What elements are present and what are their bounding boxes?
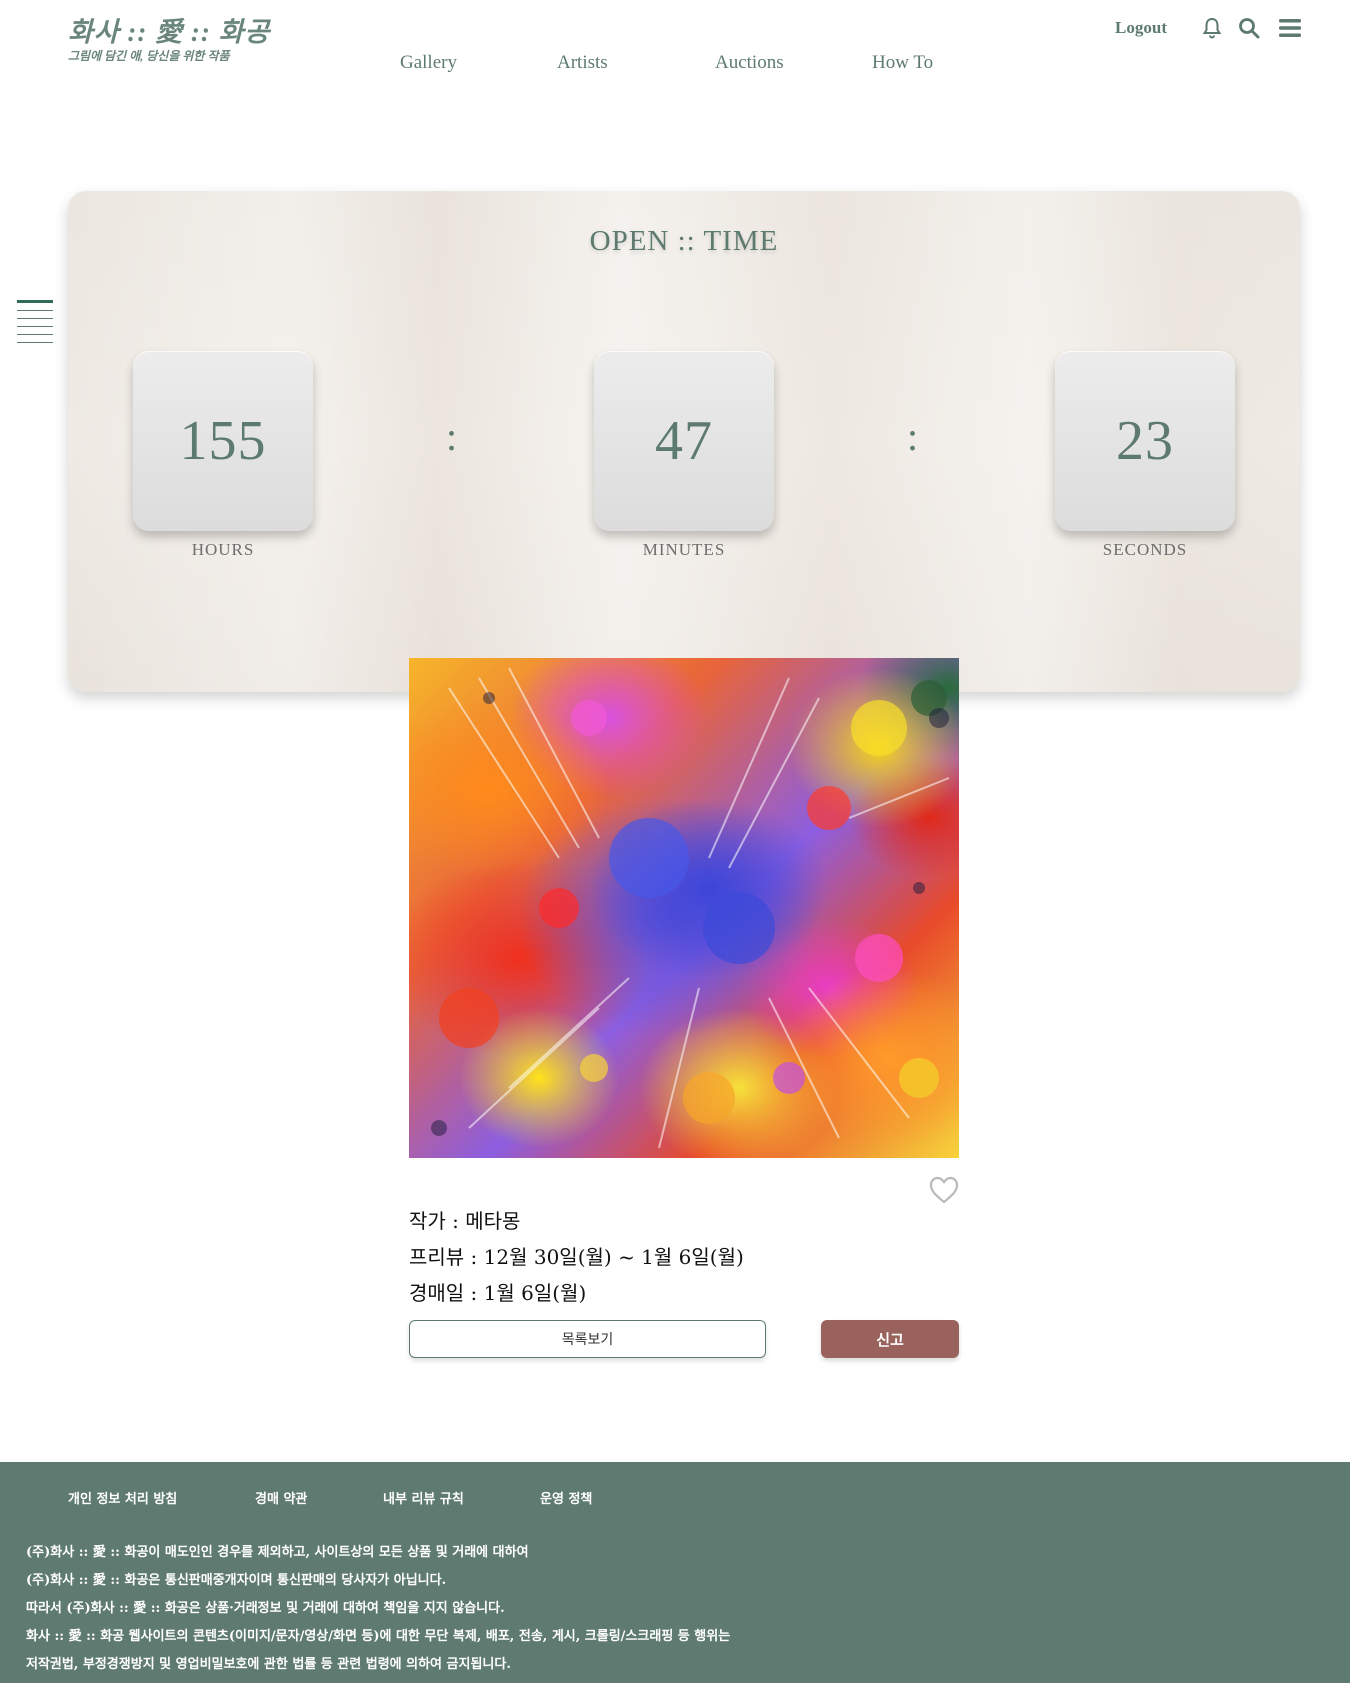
footer-link-auction-terms[interactable]: 경매 약관 — [255, 1488, 307, 1507]
bell-icon[interactable] — [1200, 16, 1224, 40]
nav-how-to[interactable]: How To — [872, 52, 933, 74]
footer-link-review-rules[interactable]: 내부 리뷰 규칙 — [383, 1488, 464, 1507]
footer-disclaimer: (주)화사 :: 愛 :: 화공이 매도인인 경우를 제외하고, 사이트상의 모… — [26, 1539, 730, 1679]
hours-label: HOURS — [191, 540, 255, 559]
like-heart-icon[interactable] — [928, 1175, 960, 1205]
indicator-bar[interactable] — [17, 318, 53, 319]
logout-link[interactable]: Logout — [1115, 18, 1167, 38]
footer-link-privacy[interactable]: 개인 정보 처리 방침 — [68, 1488, 177, 1507]
nav-artists[interactable]: Artists — [557, 52, 608, 74]
indicator-bar[interactable] — [17, 310, 53, 311]
logo-title: 화사 :: 愛 :: 화공 — [68, 17, 271, 47]
time-separator: : — [446, 414, 458, 459]
timer-title: OPEN :: TIME — [589, 225, 779, 257]
preview-line: 프리뷰 : 12월 30일(월) ~ 1월 6일(월) — [409, 1245, 744, 1269]
artwork-texture — [431, 667, 950, 1149]
indicator-bar[interactable] — [17, 326, 53, 327]
indicator-bar[interactable] — [17, 342, 53, 343]
artwork-image[interactable] — [409, 658, 959, 1158]
search-icon[interactable] — [1237, 16, 1261, 40]
list-view-button[interactable]: 목록보기 — [409, 1320, 766, 1358]
hours-value: 155 — [179, 410, 267, 472]
auction-date-line: 경매일 : 1월 6일(월) — [409, 1281, 587, 1305]
nav-auctions[interactable]: Auctions — [715, 52, 784, 74]
minutes-label: MINUTES — [642, 540, 726, 559]
seconds-label: SECONDS — [1102, 540, 1188, 559]
hours-box: 155 — [133, 351, 313, 531]
open-time-card: OPEN :: TIME 155 HOURS : 47 MINUTES : 23… — [68, 191, 1300, 692]
seconds-value: 23 — [1116, 410, 1174, 472]
menu-icon[interactable] — [1278, 16, 1302, 40]
footer-line: 저작권법, 부정경쟁방지 및 영업비밀보호에 관한 법률 등 관련 법령에 의하… — [26, 1657, 511, 1672]
footer-line: (주)화사 :: 愛 :: 화공은 통신판매중개자이며 통신판매의 당사자가 아… — [26, 1573, 447, 1588]
artist-line: 작가 : 메타몽 — [409, 1209, 521, 1233]
footer-line: (주)화사 :: 愛 :: 화공이 매도인인 경우를 제외하고, 사이트상의 모… — [26, 1545, 529, 1560]
section-indicator[interactable] — [17, 300, 53, 350]
footer: 개인 정보 처리 방침 경매 약관 내부 리뷰 규칙 운영 정책 (주)화사 :… — [0, 1462, 1350, 1683]
seconds-box: 23 — [1055, 351, 1235, 531]
footer-line: 따라서 (주)화사 :: 愛 :: 화공은 상품·거래정보 및 거래에 대하여 … — [26, 1601, 505, 1616]
nav-gallery[interactable]: Gallery — [400, 52, 457, 74]
footer-link-operation-policy[interactable]: 운영 정책 — [540, 1488, 592, 1507]
report-button[interactable]: 신고 — [821, 1320, 959, 1358]
time-separator: : — [907, 414, 919, 459]
indicator-bar[interactable] — [17, 334, 53, 335]
minutes-value: 47 — [655, 410, 713, 472]
minutes-box: 47 — [594, 351, 774, 531]
footer-line: 화사 :: 愛 :: 화공 웹사이트의 콘텐츠(이미지/문자/영상/화면 등)에… — [26, 1629, 731, 1644]
main-nav: Gallery Artists Auctions How To — [0, 52, 1350, 82]
utility-bar: Logout — [1115, 16, 1302, 40]
indicator-active-bar[interactable] — [17, 300, 53, 303]
